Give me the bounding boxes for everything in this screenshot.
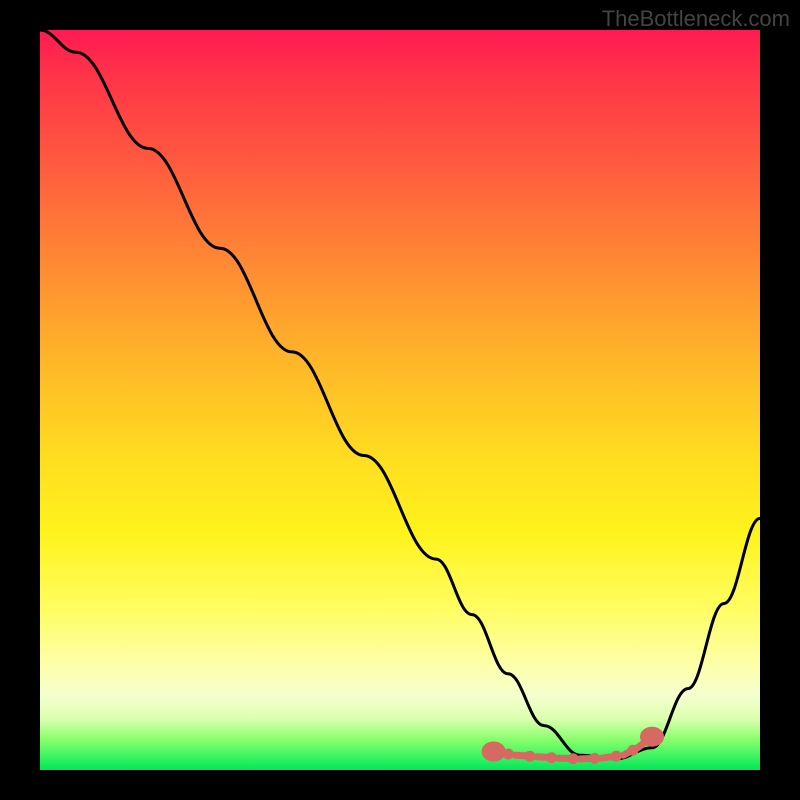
marker-dash <box>602 757 613 759</box>
marker-dash <box>494 752 505 754</box>
marker-dot <box>614 754 619 759</box>
watermark-text: TheBottleneck.com <box>602 6 790 32</box>
plot-area <box>40 30 760 770</box>
marker-dash <box>515 755 526 756</box>
marker-dot <box>592 756 597 761</box>
marker-dot <box>571 756 576 761</box>
marker-dash <box>537 757 548 758</box>
score-curve-path <box>40 30 760 759</box>
score-curve-group <box>40 30 760 759</box>
optimal-range-markers <box>485 730 661 762</box>
chart-svg <box>40 30 760 770</box>
marker-endcap <box>643 730 661 744</box>
marker-dot <box>549 755 554 760</box>
marker-dot <box>527 754 532 759</box>
marker-dot <box>506 752 511 757</box>
chart-frame <box>0 0 800 800</box>
